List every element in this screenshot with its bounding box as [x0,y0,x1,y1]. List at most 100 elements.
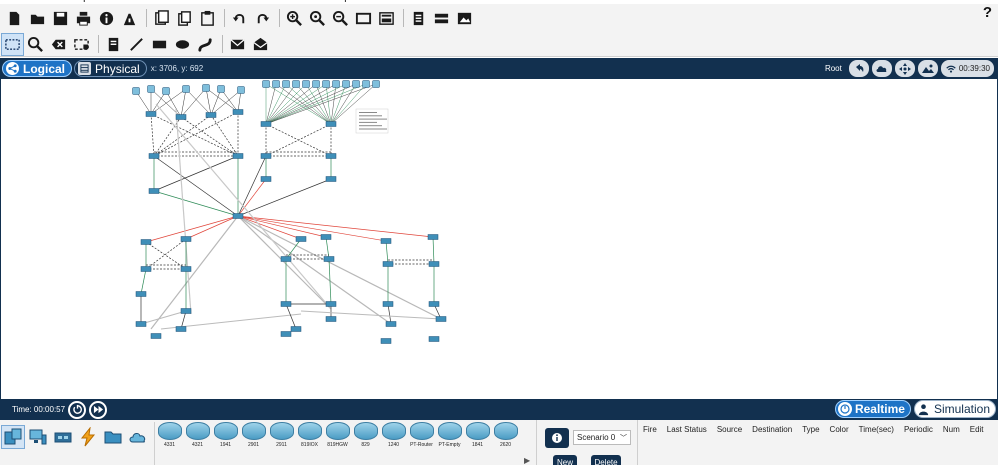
pc-device[interactable] [182,85,190,93]
inspect-button[interactable] [25,34,46,55]
network-link[interactable] [300,310,442,320]
miscellaneous-category[interactable] [102,426,124,448]
pc-device[interactable] [147,85,155,93]
network-link[interactable] [265,83,347,125]
network-link[interactable] [265,83,327,125]
switch-device[interactable] [180,266,192,272]
drawing-palette-button[interactable] [353,8,374,29]
custom-device-button[interactable] [151,8,172,29]
network-link[interactable] [153,111,239,157]
scenario-info-button[interactable] [545,428,569,448]
network-link[interactable] [180,88,187,118]
network-link[interactable] [145,241,187,270]
switch-device[interactable] [175,114,187,120]
switch-device[interactable] [175,326,187,332]
switch-device[interactable] [325,121,337,127]
switch-device[interactable] [290,326,302,332]
switch-device[interactable] [382,301,394,307]
note-button[interactable] [103,34,124,55]
network-link[interactable] [330,83,357,125]
network-link[interactable] [265,83,307,125]
device-model-item[interactable]: PT-Router [409,422,434,465]
switch-device[interactable] [427,234,439,240]
power-cycle-button[interactable] [68,400,87,419]
switch-device[interactable] [232,109,244,115]
switch-device[interactable] [325,316,337,322]
network-link[interactable] [205,87,212,116]
viewport-clock[interactable]: 00:39:30 [940,60,994,77]
device-model-item[interactable]: 2911 [269,422,294,465]
help-button[interactable]: ? [983,4,992,21]
zoom-out-button[interactable] [330,8,351,29]
pc-device[interactable] [372,80,380,88]
logical-tab[interactable]: Logical [2,60,73,77]
switch-device[interactable] [145,111,157,117]
simulation-mode-button[interactable]: Simulation [913,400,996,418]
device-model-item[interactable]: 2901 [241,422,266,465]
network-link[interactable] [237,215,442,320]
delete-scenario-button[interactable]: Delete [591,455,621,465]
device-button[interactable] [431,8,452,29]
switch-device[interactable] [140,239,152,245]
pc-device[interactable] [352,80,360,88]
network-link[interactable] [385,240,389,265]
zoom-in-button[interactable] [284,8,305,29]
network-link[interactable] [185,88,212,116]
network-link[interactable] [275,83,332,125]
network-link[interactable] [180,116,239,157]
switch-device[interactable] [435,316,447,322]
device-model-item[interactable]: 819IOX [297,422,322,465]
device-model-item[interactable]: 4331 [157,422,182,465]
pc-device[interactable] [262,80,270,88]
device-model-item[interactable]: 1240 [381,422,406,465]
device-model-item[interactable]: 4321 [185,422,210,465]
switch-device[interactable] [232,153,244,159]
activity-wizard-button[interactable] [119,8,140,29]
switch-device[interactable] [428,261,440,267]
switch-device[interactable] [325,176,337,182]
move-object-button[interactable] [894,60,915,77]
switch-device[interactable] [150,333,162,339]
network-link[interactable] [265,83,277,125]
switch-device[interactable] [260,176,272,182]
physical-tab[interactable]: Physical [74,60,147,77]
scenario-select[interactable]: Scenario 0 ﹀ [573,430,631,445]
pc-device[interactable] [237,86,245,94]
network-link[interactable] [140,268,147,295]
device-model-item[interactable]: 829 [353,422,378,465]
switch-device[interactable] [280,256,292,262]
network-link[interactable] [305,83,332,125]
network-link[interactable] [150,113,155,157]
network-link[interactable] [325,236,330,260]
network-devices-category[interactable] [1,425,25,449]
device-model-item[interactable]: 819HGW [325,422,350,465]
pc-device[interactable] [217,85,225,93]
select-button[interactable] [1,32,24,56]
switch-device[interactable] [380,338,392,344]
switch-device[interactable] [325,301,337,307]
switch-device[interactable] [232,213,244,219]
new-file-button[interactable] [4,8,25,29]
network-link[interactable] [237,215,327,238]
pc-device[interactable] [162,87,170,95]
switch-device[interactable] [135,321,147,327]
zoom-reset-button[interactable] [307,8,328,29]
scroll-right-icon[interactable]: ▶ [524,456,530,465]
switch-device[interactable] [205,112,217,118]
network-link[interactable] [265,83,357,125]
switch-device[interactable] [325,153,337,159]
switch-device[interactable] [380,238,392,244]
network-link[interactable] [237,215,387,242]
network-link[interactable] [145,215,239,243]
pc-device[interactable] [322,80,330,88]
network-link[interactable] [153,190,239,217]
pc-device[interactable] [312,80,320,88]
pc-device[interactable] [202,84,210,92]
network-link[interactable] [155,103,332,310]
pc-device[interactable] [132,87,140,95]
switch-device[interactable] [280,331,292,337]
network-link[interactable] [175,108,192,315]
network-link[interactable] [237,215,332,310]
network-link[interactable] [165,90,182,118]
pc-device[interactable] [302,80,310,88]
